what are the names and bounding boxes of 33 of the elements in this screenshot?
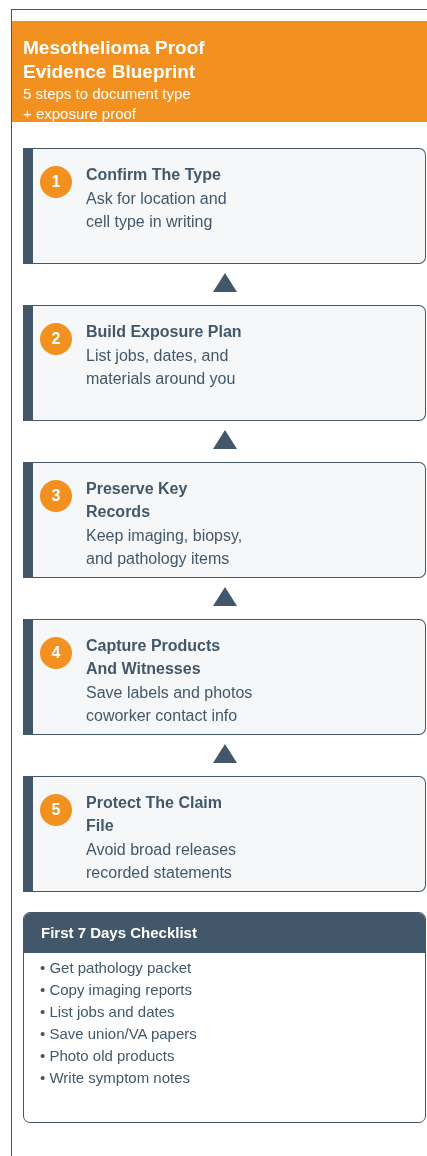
checklist-item: • Photo old products	[40, 1046, 176, 1066]
step-title: Capture Products And Witnesses	[86, 636, 222, 679]
step-title: Preserve Key Records	[86, 479, 189, 522]
page-title: Mesothelioma Proof Evidence Blueprint	[23, 36, 206, 84]
step-description: coworker contact info	[86, 706, 239, 726]
step-description: and pathology items	[86, 549, 231, 569]
page-subtitle: 5 steps to document type + exposure proof	[23, 84, 192, 124]
step-number: 3	[40, 480, 72, 512]
step-description: recorded statements	[86, 863, 233, 883]
up-triangle-icon	[213, 744, 237, 763]
step-description: Keep imaging, biopsy,	[86, 526, 244, 546]
step-number: 2	[40, 323, 72, 355]
step-number: 4	[40, 637, 72, 669]
up-triangle-icon	[213, 273, 237, 292]
step-description: materials around you	[86, 369, 237, 389]
up-triangle-icon	[213, 587, 237, 606]
step-description: List jobs, dates, and	[86, 346, 230, 366]
checklist-item: • Get pathology packet	[40, 958, 193, 978]
checklist-item: • List jobs and dates	[40, 1002, 176, 1022]
step-description: Avoid broad releases	[86, 840, 238, 860]
step-title: Confirm The Type	[86, 165, 222, 185]
checklist-item: • Copy imaging reports	[40, 980, 193, 1000]
step-number: 5	[40, 794, 72, 826]
checklist-item: • Write symptom notes	[40, 1068, 191, 1088]
step-title: Protect The Claim File	[86, 793, 224, 836]
up-triangle-icon	[213, 430, 237, 449]
step-number: 1	[40, 166, 72, 198]
checklist-item: • Save union/VA papers	[40, 1024, 198, 1044]
step-description: Save labels and photos	[86, 683, 253, 703]
step-title: Build Exposure Plan	[86, 322, 243, 342]
step-description: cell type in writing	[86, 212, 214, 232]
checklist-title: First 7 Days Checklist	[24, 913, 425, 953]
step-description: Ask for location and	[86, 189, 228, 209]
